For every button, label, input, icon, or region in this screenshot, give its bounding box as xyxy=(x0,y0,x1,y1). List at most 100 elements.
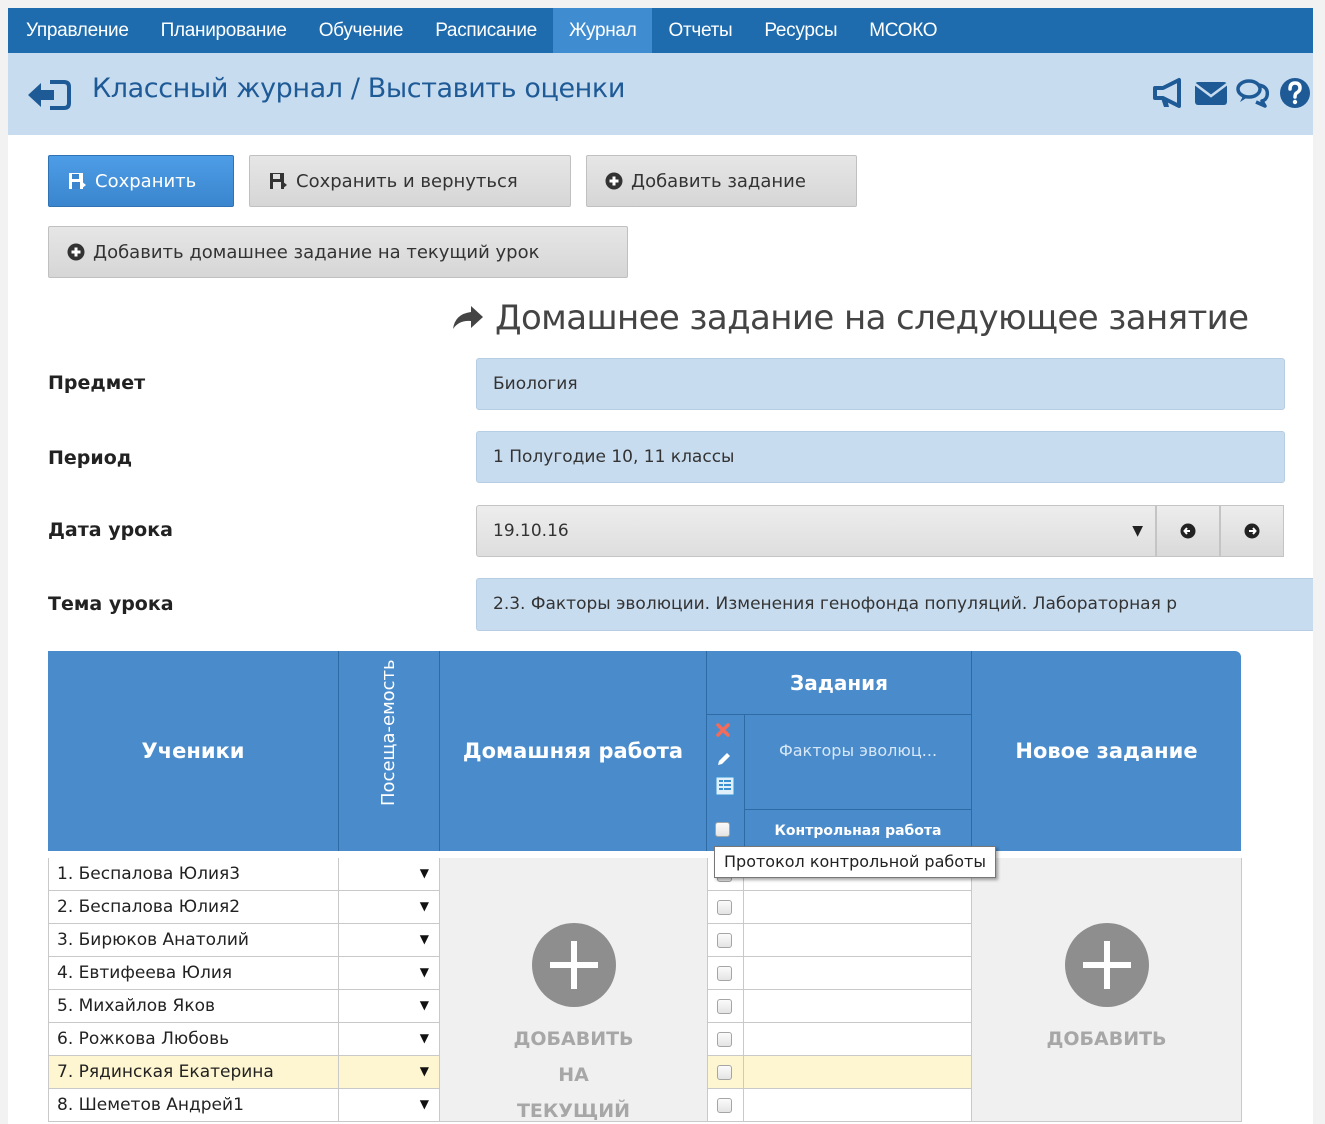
back-icon[interactable] xyxy=(26,79,72,111)
save-button-label: Сохранить xyxy=(95,170,197,192)
student-checkbox[interactable] xyxy=(717,999,732,1014)
page-title: Классный журнал / Выставить оценки xyxy=(92,73,625,104)
period-label: Период xyxy=(48,447,133,469)
grade-cell[interactable] xyxy=(744,990,972,1023)
dropdown-arrow-icon: ▼ xyxy=(419,965,429,979)
student-checkbox-cell[interactable] xyxy=(707,1056,744,1089)
tasks-column-header: Задания xyxy=(789,670,889,695)
student-checkbox[interactable] xyxy=(717,1098,732,1113)
student-checkbox-cell[interactable] xyxy=(707,1089,744,1122)
grade-cell[interactable] xyxy=(744,924,972,957)
save-and-return-label: Сохранить и вернуться xyxy=(296,170,518,192)
dropdown-arrow-icon: ▼ xyxy=(419,1064,429,1078)
student-checkbox[interactable] xyxy=(717,1032,732,1047)
student-checkbox-cell[interactable] xyxy=(707,924,744,957)
nav-item-msoko[interactable]: МСОКО xyxy=(853,8,953,53)
dropdown-arrow-icon: ▼ xyxy=(419,866,429,880)
subject-field: Биология xyxy=(476,358,1285,410)
task-protocol-icon[interactable] xyxy=(715,776,735,796)
student-name: 4. Евтифеева Юлия xyxy=(48,957,339,990)
nav-item-schedule[interactable]: Расписание xyxy=(419,8,553,53)
attendance-select[interactable]: ▼ xyxy=(339,924,440,957)
students-column-header: Ученики xyxy=(48,651,338,851)
dropdown-arrow-icon: ▼ xyxy=(1132,523,1143,539)
attendance-select[interactable]: ▼ xyxy=(339,990,440,1023)
add-homework-plus-icon[interactable] xyxy=(532,923,616,1007)
add-new-task-plus-icon[interactable] xyxy=(1065,923,1149,1007)
student-checkbox[interactable] xyxy=(717,966,732,981)
add-new-task-text[interactable]: ДОБАВИТЬ xyxy=(972,1021,1241,1057)
help-icon[interactable] xyxy=(1277,75,1313,111)
add-task-label: Добавить задание xyxy=(631,170,806,192)
task-name-header[interactable]: Факторы эволюц... xyxy=(745,715,971,809)
add-homework-current-button[interactable]: Добавить домашнее задание на текущий уро… xyxy=(48,226,628,278)
attendance-column-label: Посеща-емость xyxy=(378,659,399,806)
attendance-select[interactable]: ▼ xyxy=(339,1056,440,1089)
new-task-add-area[interactable]: ДОБАВИТЬ xyxy=(972,858,1242,1122)
select-all-checkbox[interactable] xyxy=(715,822,730,837)
add-homework-text[interactable]: ДОБАВИТЬ НА ТЕКУЩИЙ xyxy=(440,1021,707,1124)
delete-task-icon[interactable] xyxy=(716,723,730,737)
dropdown-arrow-icon: ▼ xyxy=(419,1031,429,1045)
homework-add-area[interactable]: ДОБАВИТЬ НА ТЕКУЩИЙ xyxy=(440,858,707,1122)
share-arrow-icon xyxy=(453,306,483,329)
student-name: 8. Шеметов Андрей1 xyxy=(48,1089,339,1122)
homework-heading: Домашнее задание на следующее занятие xyxy=(451,298,1249,338)
dropdown-arrow-icon: ▼ xyxy=(419,899,429,913)
new-task-column-header: Новое задание xyxy=(1015,739,1198,763)
attendance-select[interactable]: ▼ xyxy=(339,858,440,891)
nav-item-education[interactable]: Обучение xyxy=(303,8,419,53)
nav-item-reports[interactable]: Отчеты xyxy=(652,8,748,53)
grade-cell[interactable] xyxy=(744,1089,972,1122)
plus-circle-icon xyxy=(605,172,623,190)
save-and-return-button[interactable]: Сохранить и вернуться xyxy=(249,155,571,207)
attendance-select[interactable]: ▼ xyxy=(339,1023,440,1056)
student-name: 3. Бирюков Анатолий xyxy=(48,924,339,957)
lesson-date-label: Дата урока xyxy=(48,519,173,541)
circle-arrow-left-icon xyxy=(1180,523,1196,539)
student-name: 6. Рожкова Любовь xyxy=(48,1023,339,1056)
lesson-date-value: 19.10.16 xyxy=(493,521,569,541)
student-name: 1. Беспалова Юлия3 xyxy=(48,858,339,891)
add-homework-line: НА xyxy=(558,1064,589,1086)
dropdown-arrow-icon: ▼ xyxy=(419,998,429,1012)
student-checkbox[interactable] xyxy=(717,1065,732,1080)
attendance-select[interactable]: ▼ xyxy=(339,957,440,990)
envelope-icon[interactable] xyxy=(1193,75,1229,111)
prev-date-button[interactable] xyxy=(1156,505,1220,557)
student-checkbox-cell[interactable] xyxy=(707,891,744,924)
nav-item-planning[interactable]: Планирование xyxy=(145,8,303,53)
attendance-header-text: Посеща-емость xyxy=(378,659,399,806)
student-checkbox[interactable] xyxy=(717,933,732,948)
plus-circle-icon xyxy=(67,243,85,261)
student-checkbox-cell[interactable] xyxy=(707,1023,744,1056)
megaphone-icon[interactable] xyxy=(1151,75,1187,111)
period-field: 1 Полугодие 10, 11 классы xyxy=(476,431,1285,483)
student-checkbox[interactable] xyxy=(717,900,732,915)
app-frame: Управление Планирование Обучение Расписа… xyxy=(8,8,1313,1124)
nav-item-resources[interactable]: Ресурсы xyxy=(748,8,853,53)
add-task-button[interactable]: Добавить задание xyxy=(586,155,857,207)
save-return-icon xyxy=(270,173,287,189)
attendance-select[interactable]: ▼ xyxy=(339,1089,440,1122)
grade-cell[interactable] xyxy=(744,1023,972,1056)
grade-cell[interactable] xyxy=(744,891,972,924)
attendance-select[interactable]: ▼ xyxy=(339,891,440,924)
grades-table: Ученики Посеща-емость Домашняя работа За… xyxy=(48,651,1242,1122)
add-homework-line: ТЕКУЩИЙ xyxy=(516,1100,631,1122)
student-checkbox-cell[interactable] xyxy=(707,957,744,990)
edit-task-icon[interactable] xyxy=(715,750,733,768)
nav-item-journal[interactable]: Журнал xyxy=(552,8,653,53)
grade-cell[interactable] xyxy=(744,1056,972,1089)
task-type-header: Контрольная работа xyxy=(774,822,942,839)
lesson-date-select[interactable]: 19.10.16 ▼ xyxy=(476,505,1156,557)
student-checkbox-cell[interactable] xyxy=(707,990,744,1023)
save-icon xyxy=(69,173,86,189)
grade-cell[interactable] xyxy=(744,957,972,990)
chat-icon[interactable] xyxy=(1235,75,1271,111)
dropdown-arrow-icon: ▼ xyxy=(419,932,429,946)
save-button[interactable]: Сохранить xyxy=(48,155,234,207)
title-bar: Классный журнал / Выставить оценки xyxy=(8,53,1313,135)
nav-item-management[interactable]: Управление xyxy=(8,8,145,53)
next-date-button[interactable] xyxy=(1220,505,1284,557)
